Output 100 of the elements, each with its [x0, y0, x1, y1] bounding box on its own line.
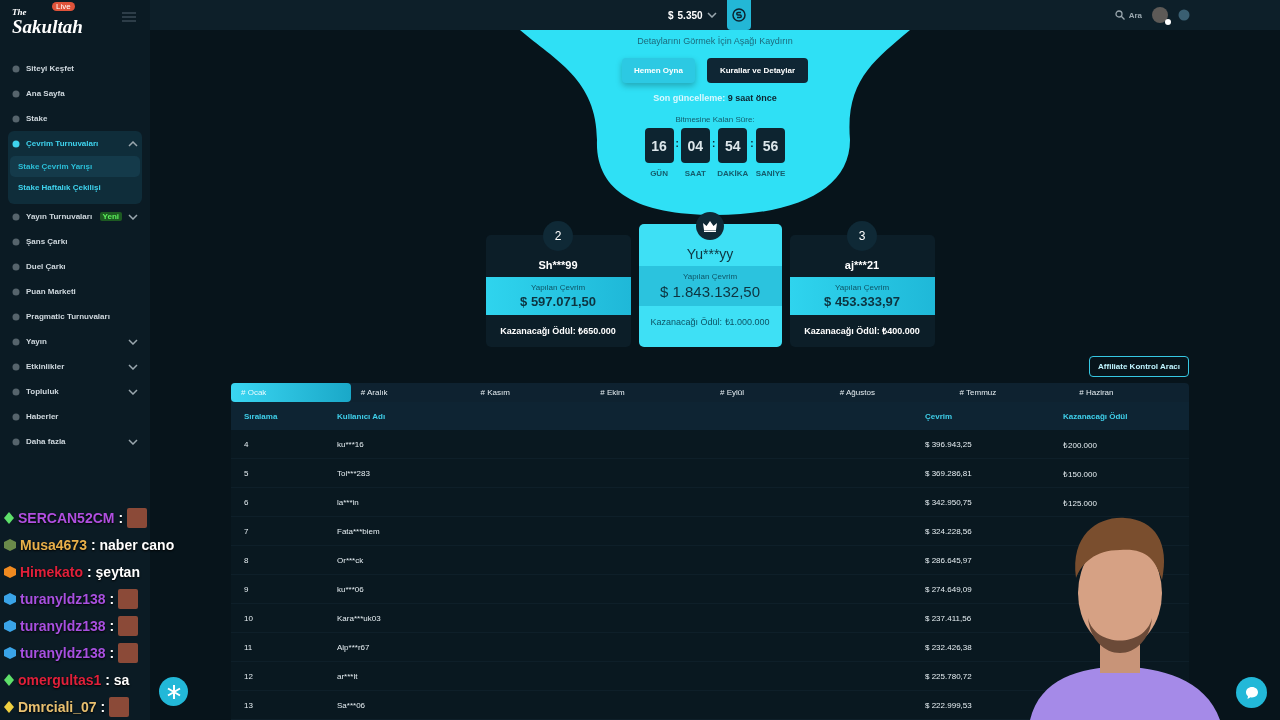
chat-message: : — [100, 698, 106, 715]
table-cell-text: 13 — [243, 700, 254, 710]
chat-username: Dmrciali_07 — [18, 698, 97, 715]
chat-username: omergultas1 — [18, 671, 102, 688]
table-cell-text: $ 225.780,72 — [924, 671, 973, 681]
menu-item-icon — [12, 312, 20, 321]
table-cell-text: Sa***06 — [336, 700, 367, 710]
chat-message: : — [109, 590, 115, 607]
table-cell-text: ₺150.000 — [1062, 468, 1098, 479]
chat-username: turanyldz138 — [20, 644, 106, 661]
wager-amount: $ 453.333,97 — [824, 294, 900, 309]
month-tab[interactable]: # Temmuz — [949, 383, 1070, 402]
table-cell-text: 5 — [243, 468, 250, 478]
menu-item-icon — [12, 387, 20, 396]
table-cell-text: Fata***biem — [336, 526, 381, 536]
countdown-digit: 56 — [756, 128, 786, 163]
table-cell-text: $ 237.411,56 — [924, 613, 973, 623]
sidebar-item[interactable]: Ana Sayfa — [8, 81, 142, 106]
sidebar-item[interactable]: Siteyi Keşfet — [8, 56, 142, 81]
submenu-item[interactable]: Stake Çevrim Yarışı — [10, 156, 140, 177]
column-header: Kazanacağı Ödül — [1062, 411, 1129, 421]
chevron-down-icon — [128, 438, 138, 445]
sidebar-item[interactable]: Daha fazla — [8, 429, 142, 454]
colon-separator: : — [750, 138, 754, 149]
month-tab[interactable]: # Ağustos — [829, 383, 950, 402]
table-cell-text: $ 369.286,81 — [924, 468, 973, 478]
month-tab[interactable]: # Eylül — [710, 383, 830, 402]
table-cell-text: ku***06 — [336, 584, 365, 594]
table-cell-text: $ 274.649,09 — [924, 584, 973, 594]
search-button[interactable]: Ara — [1114, 10, 1142, 20]
menu-item-icon — [12, 212, 20, 221]
chat-message: : sa — [105, 671, 130, 688]
month-tab[interactable]: # Haziran — [1069, 383, 1189, 402]
colon-separator: : — [675, 138, 679, 149]
username: aj***21 — [844, 259, 880, 271]
menu-item-icon — [12, 64, 20, 73]
table-cell-text: 9 — [243, 584, 250, 594]
live-badge: Live — [52, 2, 75, 11]
rank-badge: 2 — [543, 221, 573, 251]
sidebar-item[interactable]: Yayın Turnuvaları Yeni — [8, 204, 142, 229]
logo[interactable]: Sakultah — [12, 17, 83, 37]
snowflake-button[interactable] — [159, 677, 188, 706]
chat-button[interactable] — [1236, 677, 1267, 708]
chevron-down-icon — [128, 363, 138, 370]
countdown-digit: 54 — [718, 128, 748, 163]
table-cell-text: $ 232.426,38 — [924, 642, 973, 652]
rank-badge: 3 — [847, 221, 877, 251]
chevron-down-icon — [128, 213, 138, 220]
affiliate-button[interactable]: Affiliate Kontrol Aracı — [1089, 356, 1189, 377]
countdown-unit: SAAT — [684, 169, 706, 178]
wager-amount: $ 597.071,50 — [520, 294, 596, 309]
sidebar-item[interactable]: Çevrim Turnuvaları — [8, 131, 142, 156]
sidebar-item[interactable]: Etkinlikler — [8, 354, 142, 379]
last-update-text: Son güncelleme: 9 saat önce — [653, 93, 777, 103]
chevron-down-icon — [128, 388, 138, 395]
menu-item-icon — [12, 362, 20, 371]
table-cell-text: Tol***283 — [336, 468, 371, 478]
sidebar-item[interactable]: Puan Marketi — [8, 279, 142, 304]
wager-label: Yapılan Çevrim — [530, 283, 586, 292]
badge-icon — [4, 538, 16, 551]
countdown-unit: SANİYE — [755, 169, 786, 178]
cube-icon — [4, 619, 16, 632]
table-cell-text: 12 — [243, 671, 254, 681]
month-tab[interactable]: # Kasım — [470, 383, 591, 402]
sidebar-item[interactable]: Yayın — [8, 329, 142, 354]
sidebar-item[interactable]: Haberler — [8, 404, 142, 429]
table-cell-text: $ 396.943,25 — [924, 439, 973, 449]
gem-icon — [4, 511, 14, 524]
table-cell-text: 10 — [243, 613, 254, 623]
table-cell-text: Kara***uk03 — [336, 613, 382, 623]
submenu-item[interactable]: Stake Haftalık Çekilişi — [10, 177, 140, 198]
sidebar-item[interactable]: Şans Çarkı — [8, 229, 142, 254]
gem-icon — [4, 700, 14, 713]
table-cell-text: 11 — [243, 642, 254, 652]
balance-dropdown[interactable]: $ 5.350 — [668, 9, 717, 21]
chat-username: Himekato — [20, 563, 84, 580]
chat-username: Musa4673 — [20, 536, 87, 553]
wallet-button[interactable] — [726, 0, 751, 30]
chevron-up-icon — [128, 140, 138, 147]
sidebar-item[interactable]: Stake — [8, 106, 142, 131]
table-cell-text: ku***16 — [336, 439, 365, 449]
chat-username: turanyldz138 — [20, 617, 106, 634]
month-tab[interactable]: # Ekim — [590, 383, 710, 402]
month-tab[interactable]: # Aralık — [350, 383, 471, 402]
avatar[interactable] — [1152, 7, 1168, 23]
rules-button[interactable]: Kurallar ve Detaylar — [706, 58, 809, 83]
countdown-unit: GÜN — [650, 169, 668, 178]
chat-username: SERCAN52CM — [18, 509, 115, 526]
menu-item-icon — [12, 114, 20, 123]
speech-bubble-icon — [1244, 685, 1259, 700]
countdown-digit: 16 — [644, 128, 674, 163]
chat-username: turanyldz138 — [20, 590, 106, 607]
sidebar-item[interactable]: Pragmatic Turnuvaları — [8, 304, 142, 329]
sidebar-item[interactable]: Duel Çarkı — [8, 254, 142, 279]
table-cell-text: $ 324.228,56 — [924, 526, 973, 536]
chat-message: : — [109, 617, 115, 634]
sidebar-item[interactable]: Topluluk — [8, 379, 142, 404]
table-cell-text: Or***ck — [336, 555, 365, 565]
menu-item-icon — [12, 287, 20, 296]
countdown-unit: DAKİKA — [717, 169, 749, 178]
